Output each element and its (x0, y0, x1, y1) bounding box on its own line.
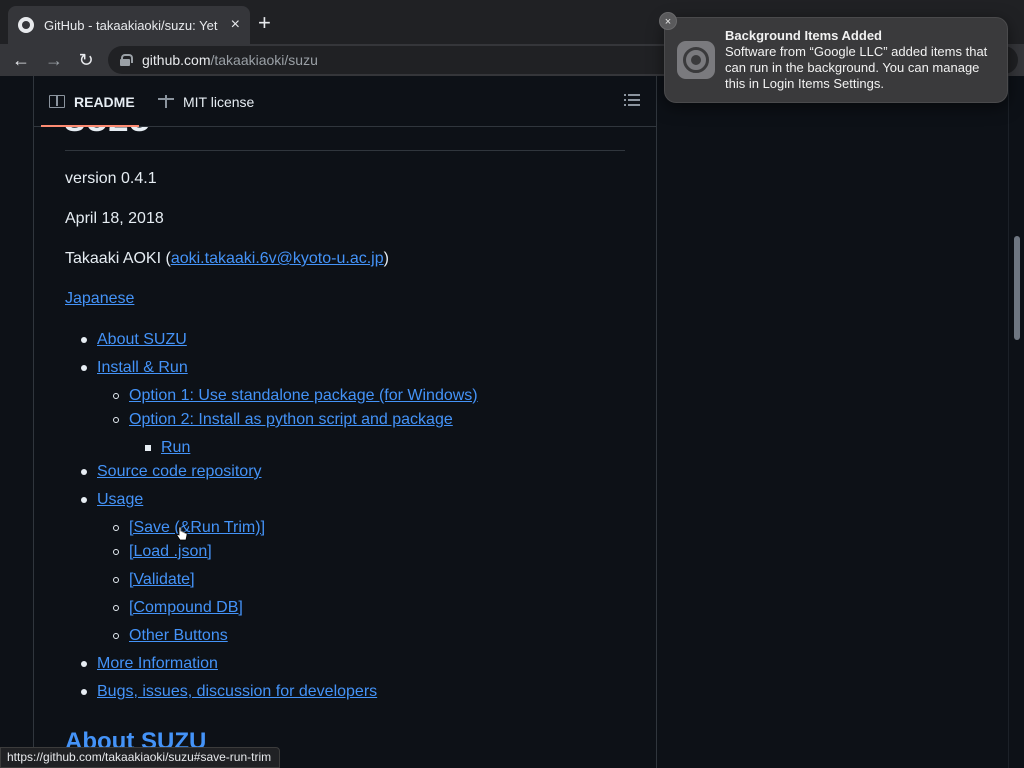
page-scrollbar[interactable] (1008, 76, 1024, 768)
list-bullet (81, 689, 87, 695)
toc-link[interactable]: Run (161, 436, 190, 460)
list-bullet (113, 605, 119, 611)
github-page: README MIT license SUZU version 0.4.1 Ap… (0, 76, 1024, 768)
author-suffix: ) (383, 250, 389, 267)
notification-close-button[interactable]: × (659, 12, 677, 30)
table-of-contents-icon[interactable] (624, 94, 640, 108)
list-bullet (113, 417, 119, 423)
macos-notification[interactable]: × Background Items Added Software from “… (659, 12, 1008, 103)
toc-link[interactable]: About SUZU (97, 328, 187, 352)
toc-link[interactable]: [Validate] (129, 568, 195, 592)
toc-link[interactable]: Option 2: Install as python script and p… (129, 408, 453, 432)
link-status-bar: https://github.com/takaakiaoki/suzu#save… (0, 747, 281, 768)
toc-link[interactable]: [Load .json] (129, 540, 212, 564)
notification-body: Software from “Google LLC” added items t… (725, 44, 988, 91)
url-path: /takaakiaoki/suzu (210, 52, 318, 68)
sidebar-column (657, 76, 1007, 768)
active-tab-underline (41, 125, 139, 127)
tab-title: GitHub - takaakiaoki/suzu: Yet (44, 17, 218, 33)
date-text: April 18, 2018 (65, 210, 164, 227)
version-text: version 0.4.1 (65, 170, 157, 187)
toc-link[interactable]: [Compound DB] (129, 596, 243, 620)
tab-license[interactable]: MIT license (158, 76, 254, 127)
new-tab-button[interactable]: + (258, 12, 271, 34)
law-scale-icon (158, 94, 174, 109)
tab-readme[interactable]: README (49, 76, 135, 127)
notification-title: Background Items Added (725, 28, 882, 43)
browser-tab[interactable]: GitHub - takaakiaoki/suzu: Yet × (8, 6, 250, 44)
toc-link[interactable]: Bugs, issues, discussion for developers (97, 680, 377, 704)
toc-link[interactable]: Usage (97, 488, 143, 512)
list-bullet (113, 633, 119, 639)
list-bullet (113, 393, 119, 399)
toc-link[interactable]: Other Buttons (129, 624, 228, 648)
book-icon (49, 95, 65, 108)
list-bullet (81, 497, 87, 503)
system-settings-icon (677, 41, 715, 79)
lock-icon (120, 54, 133, 66)
toc-link[interactable]: Install & Run (97, 356, 188, 380)
reload-button[interactable]: ↻ (74, 48, 98, 72)
japanese-link-line: Japanese (65, 290, 134, 308)
title-divider (65, 150, 625, 151)
japanese-link[interactable]: Japanese (65, 290, 134, 307)
author-line: Takaaki AOKI (aoki.takaaki.6v@kyoto-u.ac… (65, 250, 389, 268)
author-email-link[interactable]: aoki.takaaki.6v@kyoto-u.ac.jp (171, 250, 384, 267)
tab-close-icon[interactable]: × (231, 16, 240, 34)
tab-readme-label: README (74, 93, 135, 110)
scrollbar-thumb[interactable] (1014, 236, 1020, 340)
list-bullet (113, 525, 119, 531)
url-host: github.com (142, 52, 211, 68)
list-bullet (81, 469, 87, 475)
forward-button[interactable]: → (42, 48, 66, 72)
author-prefix: Takaaki AOKI ( (65, 250, 171, 267)
toc-link[interactable]: [Save (&Run Trim)] (129, 516, 265, 540)
list-bullet (81, 337, 87, 343)
back-button[interactable]: ← (9, 48, 33, 72)
readme-header: README MIT license (34, 76, 656, 127)
list-bullet (145, 445, 151, 451)
github-favicon-icon (18, 17, 34, 33)
list-bullet (81, 661, 87, 667)
list-bullet (81, 365, 87, 371)
tab-license-label: MIT license (183, 93, 255, 110)
hand-cursor-icon (176, 526, 188, 541)
toc-link[interactable]: Option 1: Use standalone package (for Wi… (129, 384, 478, 408)
list-bullet (113, 549, 119, 555)
list-bullet (113, 577, 119, 583)
toc-link[interactable]: Source code repository (97, 460, 262, 484)
toc-link[interactable]: More Information (97, 652, 218, 676)
